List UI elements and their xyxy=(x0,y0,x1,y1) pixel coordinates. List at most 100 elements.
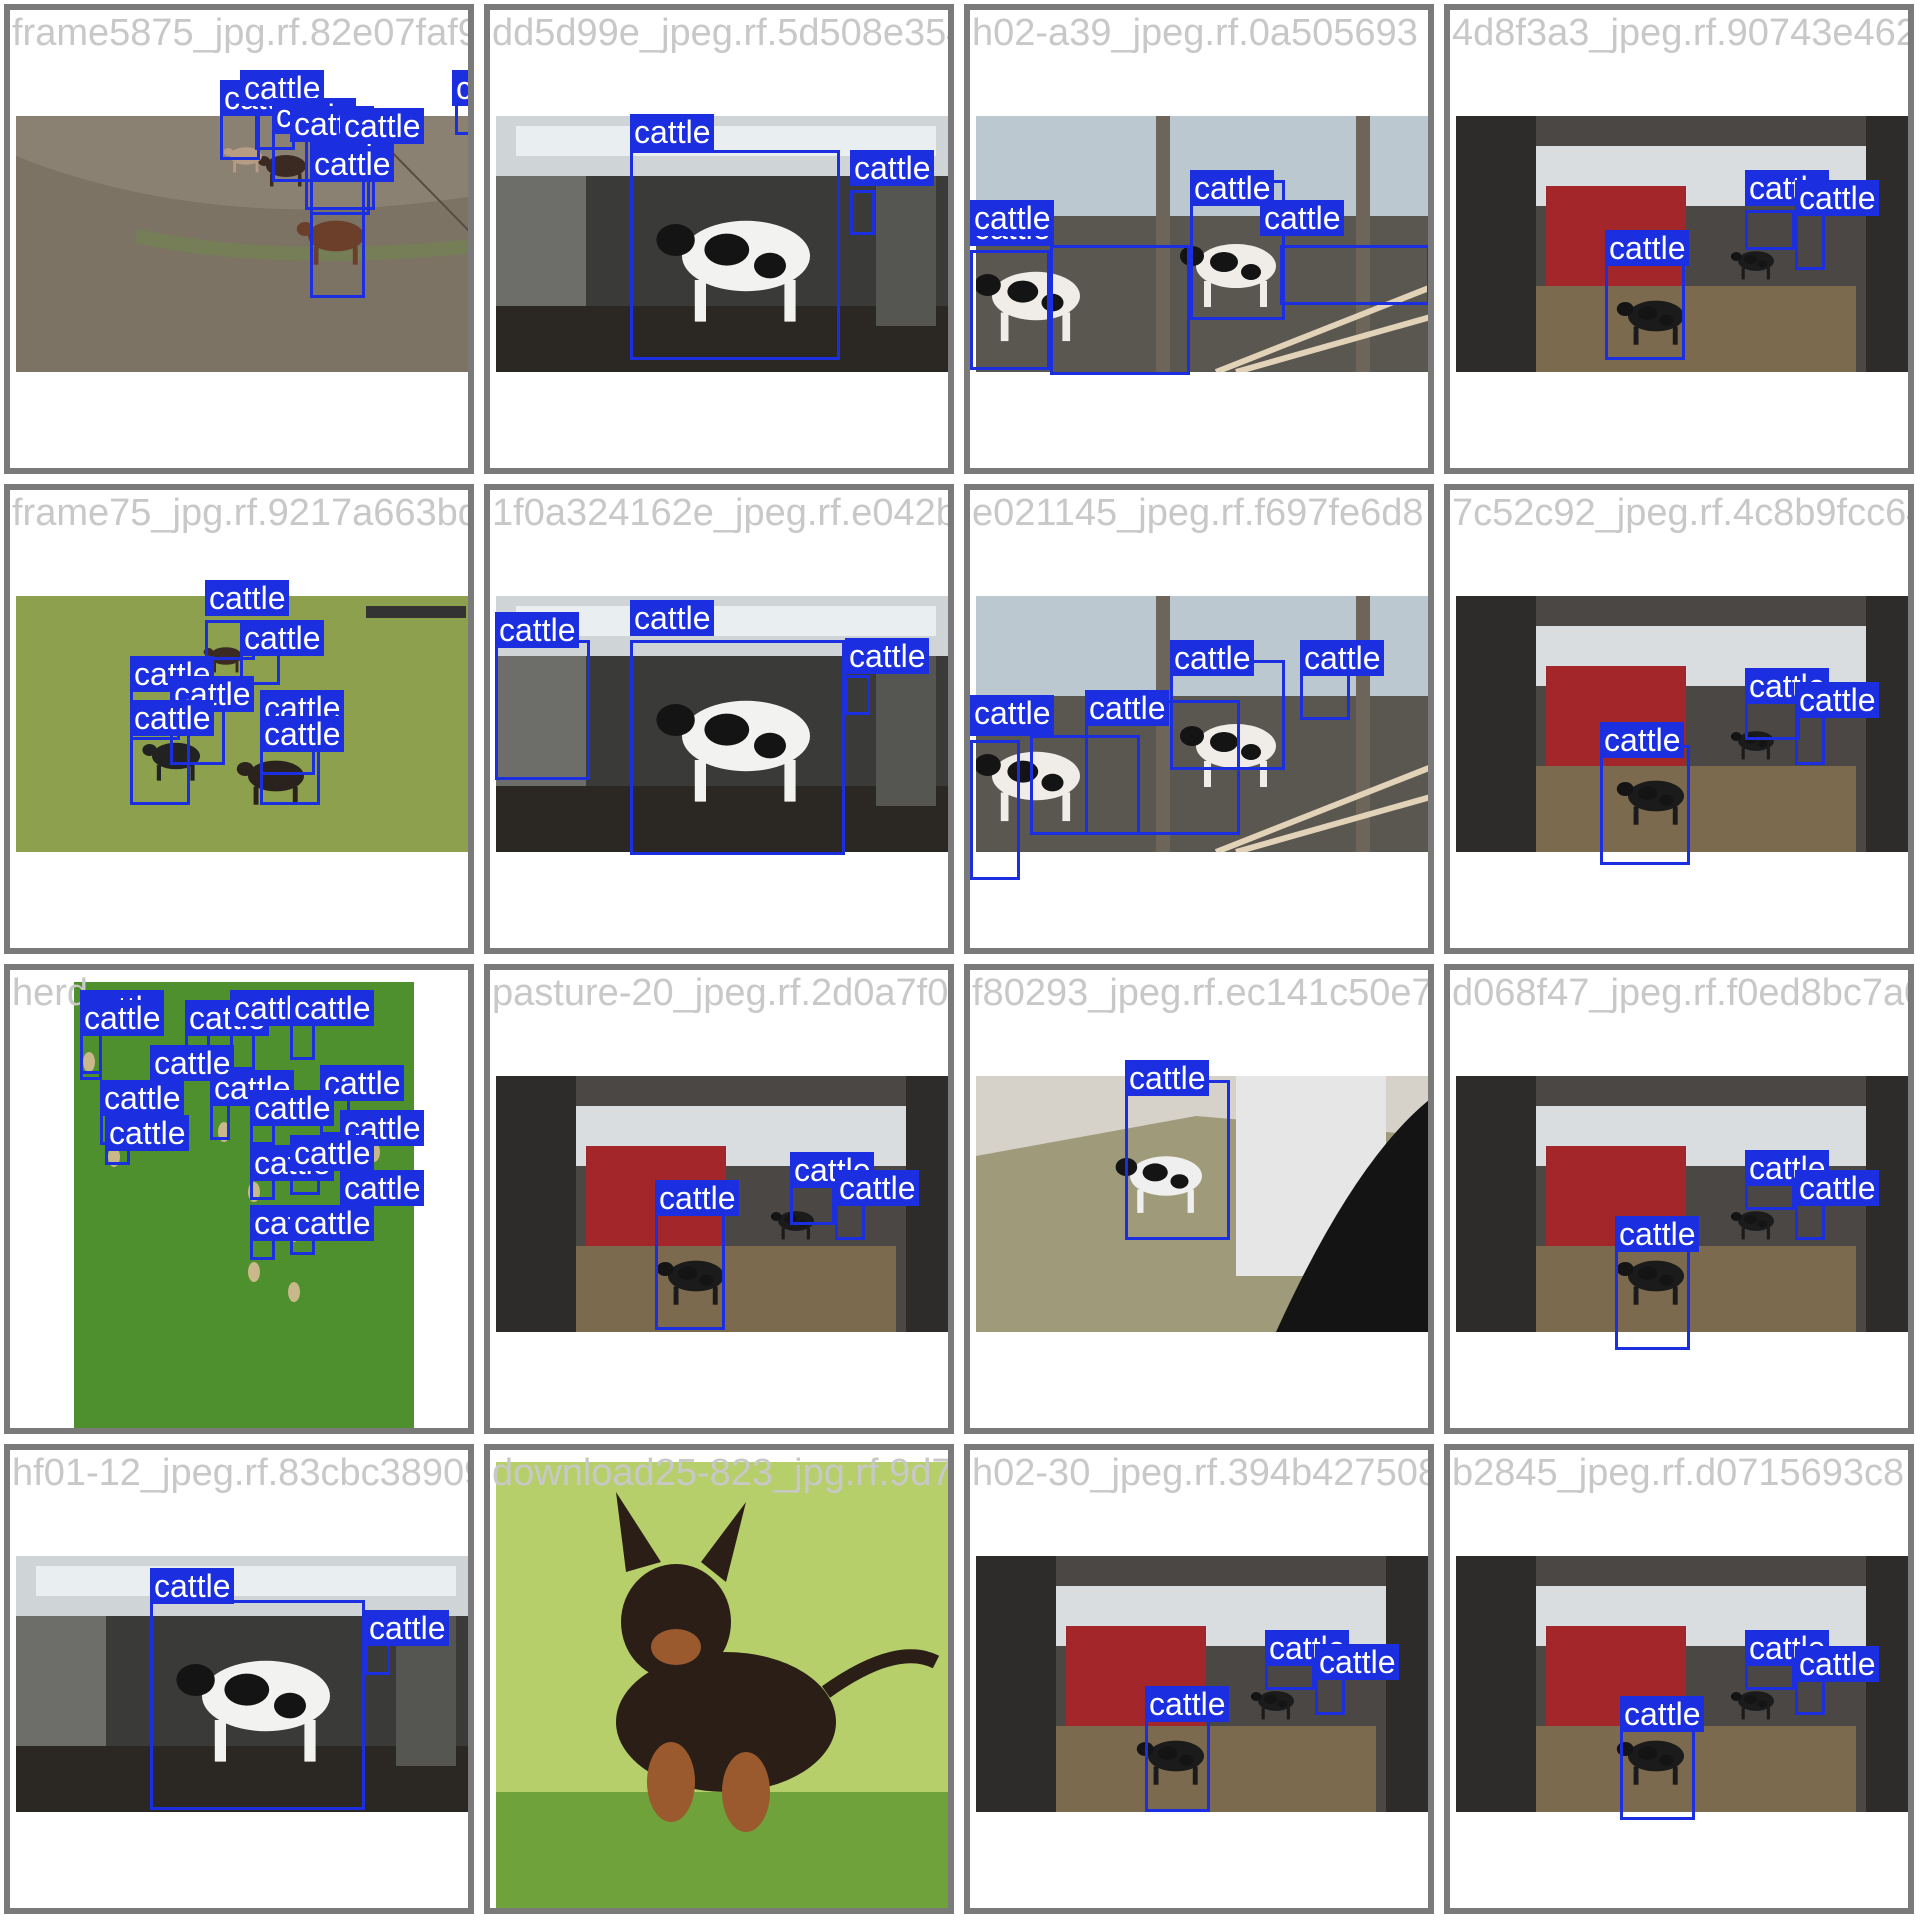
detection-label: cattle xyxy=(340,108,425,144)
tile-filename: d068f47_jpeg.rf.f0ed8bc7a03 xyxy=(1452,972,1914,1014)
mosaic-tile: 4d8f3a3_jpeg.rf.90743e462a3fcattle cattle… xyxy=(1444,4,1914,474)
mosaic-tile: frame75_jpg.rf.9217a663bdcattle cattle cat… xyxy=(4,484,474,954)
detection-label: cattle xyxy=(1600,722,1685,758)
detection-label: cattle xyxy=(290,990,375,1026)
detection-box xyxy=(1600,745,1690,865)
tile-image xyxy=(496,1462,948,1908)
detection-box xyxy=(1170,660,1285,770)
detection-label: cattle xyxy=(340,1170,425,1206)
detection-label: cattle xyxy=(1085,690,1170,726)
tile-filename: e021145_jpeg.rf.f697fe6d8 xyxy=(972,492,1424,534)
mosaic-tile: h02-a39_jpeg.rf.0a505693 cattle cattle catt… xyxy=(964,4,1434,474)
detection-label: cattle xyxy=(1170,640,1255,676)
detection-box xyxy=(80,1030,102,1080)
detection-label: cattle xyxy=(452,70,468,106)
detection-box xyxy=(970,250,1050,370)
mosaic-tile: frame5875_jpg.rf.82e07faf9 cattle cattle ca… xyxy=(4,4,474,474)
detection-box xyxy=(655,1210,725,1330)
detection-label: cattle xyxy=(835,1170,920,1206)
tile-filename: frame5875_jpg.rf.82e07faf9 xyxy=(12,12,474,54)
detection-label: cattle xyxy=(290,1205,375,1241)
mosaic-tile: 7c52c92_jpeg.rf.4c8b9fcc647 cattle cattle c… xyxy=(1444,484,1914,954)
detection-label: cattle xyxy=(100,1080,185,1116)
detection-box xyxy=(1280,245,1428,305)
detection-label: cattle xyxy=(1315,1644,1400,1680)
detection-label: cattle xyxy=(1125,1060,1210,1096)
detection-label: cattle xyxy=(970,200,1055,236)
detection-label: cattle xyxy=(205,580,290,616)
detection-mosaic: frame5875_jpg.rf.82e07faf9 cattle cattle ca… xyxy=(0,0,1920,1920)
detection-label: cattle xyxy=(1795,1646,1880,1682)
tile-filename: 4d8f3a3_jpeg.rf.90743e462a3f xyxy=(1452,12,1908,54)
detection-label: cattle xyxy=(150,1568,235,1604)
detection-box xyxy=(260,745,320,805)
mosaic-tile: b2845_jpeg.rf.d0715693c8 cattle cattle catt… xyxy=(1444,1444,1914,1914)
mosaic-tile: herd cattle cattle cattle cattle cattle cattle… xyxy=(4,964,474,1434)
detection-label: cattle xyxy=(495,612,580,648)
mosaic-tile: e021145_jpeg.rf.f697fe6d8 cattle cattle cat… xyxy=(964,484,1434,954)
detection-box xyxy=(1145,1712,1210,1812)
mosaic-tile: download25-823_jpg.rf.9d71 xyxy=(484,1444,954,1914)
mosaic-tile: h02-30_jpeg.rf.394b427508 cattle cattle cat… xyxy=(964,1444,1434,1914)
detection-label: cattle xyxy=(1620,1696,1705,1732)
tile-filename: frame75_jpg.rf.9217a663bd xyxy=(12,492,474,534)
detection-box xyxy=(150,1600,365,1810)
detection-box xyxy=(1745,700,1800,740)
detection-label: cattle xyxy=(290,1135,375,1171)
detection-label: cattle xyxy=(1260,200,1345,236)
detection-label: cattle xyxy=(630,600,715,636)
detection-label: cattle xyxy=(240,620,325,656)
detection-box xyxy=(630,640,845,855)
detection-label: cattle xyxy=(310,146,395,182)
detection-label: cattle xyxy=(1605,230,1690,266)
detection-box xyxy=(1745,210,1795,250)
detection-box xyxy=(845,675,870,715)
detection-box xyxy=(1605,250,1685,360)
tile-filename: hf01-12_jpeg.rf.83cbc38909 xyxy=(12,1452,474,1494)
mosaic-tile: 1f0a324162e_jpeg.rf.e042b7624cattle cattl… xyxy=(484,484,954,954)
mosaic-tile: hf01-12_jpeg.rf.83cbc38909cattle cattle xyxy=(4,1444,474,1914)
detection-label: cattle xyxy=(150,1045,235,1081)
detection-label: cattle xyxy=(850,150,935,186)
detection-box xyxy=(1615,1240,1690,1350)
detection-label: cattle xyxy=(1145,1686,1230,1722)
tile-filename: herd xyxy=(12,972,89,1014)
detection-box xyxy=(1620,1720,1695,1820)
detection-label: cattle xyxy=(365,1610,450,1646)
detection-label: cattle xyxy=(630,114,715,150)
detection-label: cattle xyxy=(1795,180,1880,216)
detection-box xyxy=(130,725,190,805)
detection-label: cattle xyxy=(130,700,215,736)
detection-box xyxy=(1795,710,1825,765)
detection-box xyxy=(1050,245,1190,375)
tile-filename: f80293_jpeg.rf.ec141c50e798 xyxy=(972,972,1434,1014)
detection-box xyxy=(850,190,875,235)
mosaic-tile: f80293_jpeg.rf.ec141c50e798cattle xyxy=(964,964,1434,1434)
detection-box xyxy=(310,168,365,298)
detection-label: cattle xyxy=(80,1000,165,1036)
detection-label: cattle xyxy=(250,1090,335,1126)
tile-filename: pasture-20_jpeg.rf.2d0a7f00d3 xyxy=(492,972,949,1014)
detection-box xyxy=(495,640,590,780)
tile-filename: download25-823_jpg.rf.9d71 xyxy=(492,1452,954,1494)
mosaic-tile: pasture-20_jpeg.rf.2d0a7f00d3cattle cattl… xyxy=(484,964,954,1434)
detection-label: cattle xyxy=(105,1115,190,1151)
tile-filename: h02-a39_jpeg.rf.0a505693 xyxy=(972,12,1418,54)
tile-filename: h02-30_jpeg.rf.394b427508 xyxy=(972,1452,1434,1494)
detection-box xyxy=(970,740,1020,880)
tile-filename: 1f0a324162e_jpeg.rf.e042b7624 xyxy=(492,492,954,534)
tile-filename: b2845_jpeg.rf.d0715693c8 xyxy=(1452,1452,1905,1494)
detection-label: cattle xyxy=(845,638,930,674)
detection-label: cattle xyxy=(1795,1170,1880,1206)
detection-label: cattle xyxy=(970,695,1055,731)
detection-box xyxy=(1795,210,1825,270)
detection-label: cattle xyxy=(1300,640,1385,676)
detection-label: cattle xyxy=(1795,682,1880,718)
detection-label: cattle xyxy=(655,1180,740,1216)
mosaic-tile: dd5d99e_jpeg.rf.5d508e3541 cattle cattle xyxy=(484,4,954,474)
mosaic-tile: d068f47_jpeg.rf.f0ed8bc7a03 cattle cattle c… xyxy=(1444,964,1914,1434)
tile-filename: 7c52c92_jpeg.rf.4c8b9fcc647 xyxy=(1452,492,1914,534)
detection-box xyxy=(630,150,840,360)
detection-box xyxy=(1125,1080,1230,1240)
detection-label: cattle xyxy=(1615,1216,1700,1252)
